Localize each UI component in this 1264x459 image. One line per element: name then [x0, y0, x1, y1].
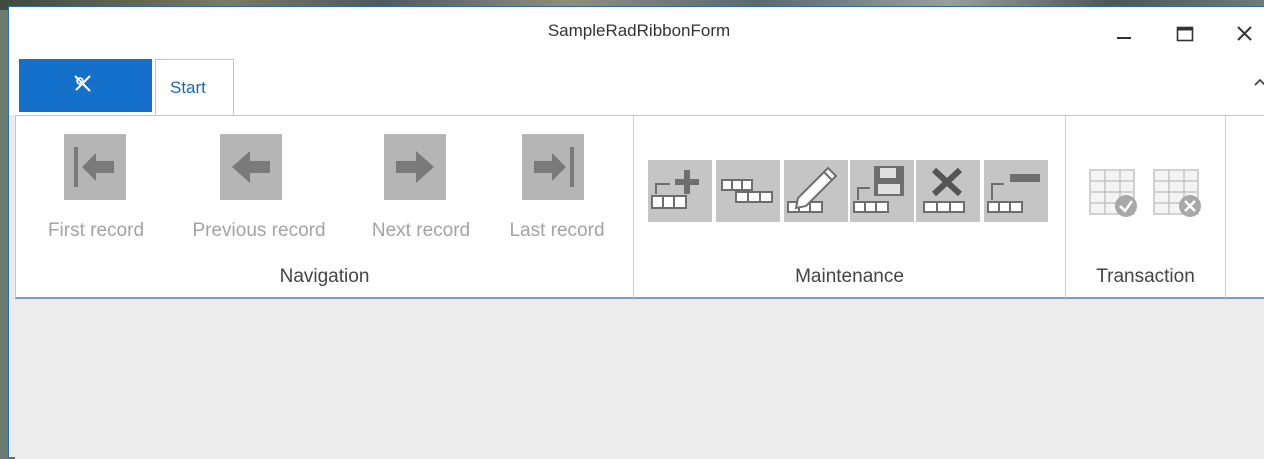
close-icon — [1237, 26, 1252, 41]
ribbon-bar: First record Previous record Next record… — [15, 115, 1264, 299]
add-record-icon — [651, 170, 699, 209]
app-window: SampleRadRibbonForm Start First record P… — [8, 6, 1264, 459]
previous-record-label: Previous record — [192, 220, 326, 241]
maximize-button[interactable] — [1165, 17, 1205, 51]
rollback-transaction-button[interactable] — [1150, 166, 1206, 222]
save-record-icon — [853, 166, 904, 213]
rollback-transaction-icon — [1153, 169, 1201, 217]
last-record-button[interactable]: Last record — [496, 134, 618, 244]
minimize-button[interactable] — [1105, 17, 1145, 51]
next-record-button[interactable]: Next record — [356, 134, 486, 244]
delete-record-button[interactable] — [916, 160, 980, 222]
collapse-ribbon-button[interactable] — [1253, 75, 1264, 91]
maximize-icon — [1176, 26, 1194, 42]
commit-transaction-icon — [1089, 169, 1137, 217]
window-title: SampleRadRibbonForm — [547, 21, 731, 40]
remove-record-icon — [987, 174, 1040, 213]
close-button[interactable] — [1225, 17, 1264, 51]
tab-start-label: Start — [170, 78, 206, 97]
next-record-icon — [384, 134, 446, 200]
group-transaction: Transaction — [1066, 116, 1226, 298]
add-record-button[interactable] — [648, 160, 712, 222]
previous-record-icon — [220, 134, 282, 200]
group-maintenance-label: Maintenance — [795, 266, 904, 287]
delete-record-icon — [923, 167, 965, 213]
form-content-area — [15, 299, 1264, 459]
group-navigation-label: Navigation — [279, 266, 370, 287]
tab-start[interactable]: Start — [155, 59, 234, 115]
remove-record-button[interactable] — [984, 160, 1048, 222]
app-menu-button[interactable] — [19, 59, 152, 112]
minimize-icon — [1117, 37, 1131, 39]
ribbon-tabs: Start — [9, 59, 1264, 115]
commit-transaction-button[interactable] — [1086, 166, 1142, 222]
previous-record-button[interactable]: Previous record — [174, 134, 344, 244]
save-record-button[interactable] — [850, 160, 914, 222]
next-record-label: Next record — [371, 220, 471, 241]
edit-record-button[interactable] — [784, 160, 848, 222]
title-bar: SampleRadRibbonForm — [9, 7, 1264, 59]
last-record-icon — [522, 134, 584, 200]
first-record-icon — [64, 134, 126, 200]
insert-record-button[interactable] — [716, 160, 780, 222]
first-record-label: First record — [47, 220, 145, 241]
edit-record-icon — [787, 166, 838, 213]
insert-record-icon — [721, 179, 773, 203]
group-transaction-label: Transaction — [1096, 266, 1195, 287]
app-menu-icon — [74, 75, 91, 92]
group-navigation: First record Previous record Next record… — [16, 116, 634, 298]
group-maintenance: Maintenance — [634, 116, 1066, 298]
first-record-button[interactable]: First record — [26, 134, 166, 244]
last-record-label: Last record — [509, 220, 605, 241]
chevron-up-icon — [1254, 78, 1264, 86]
